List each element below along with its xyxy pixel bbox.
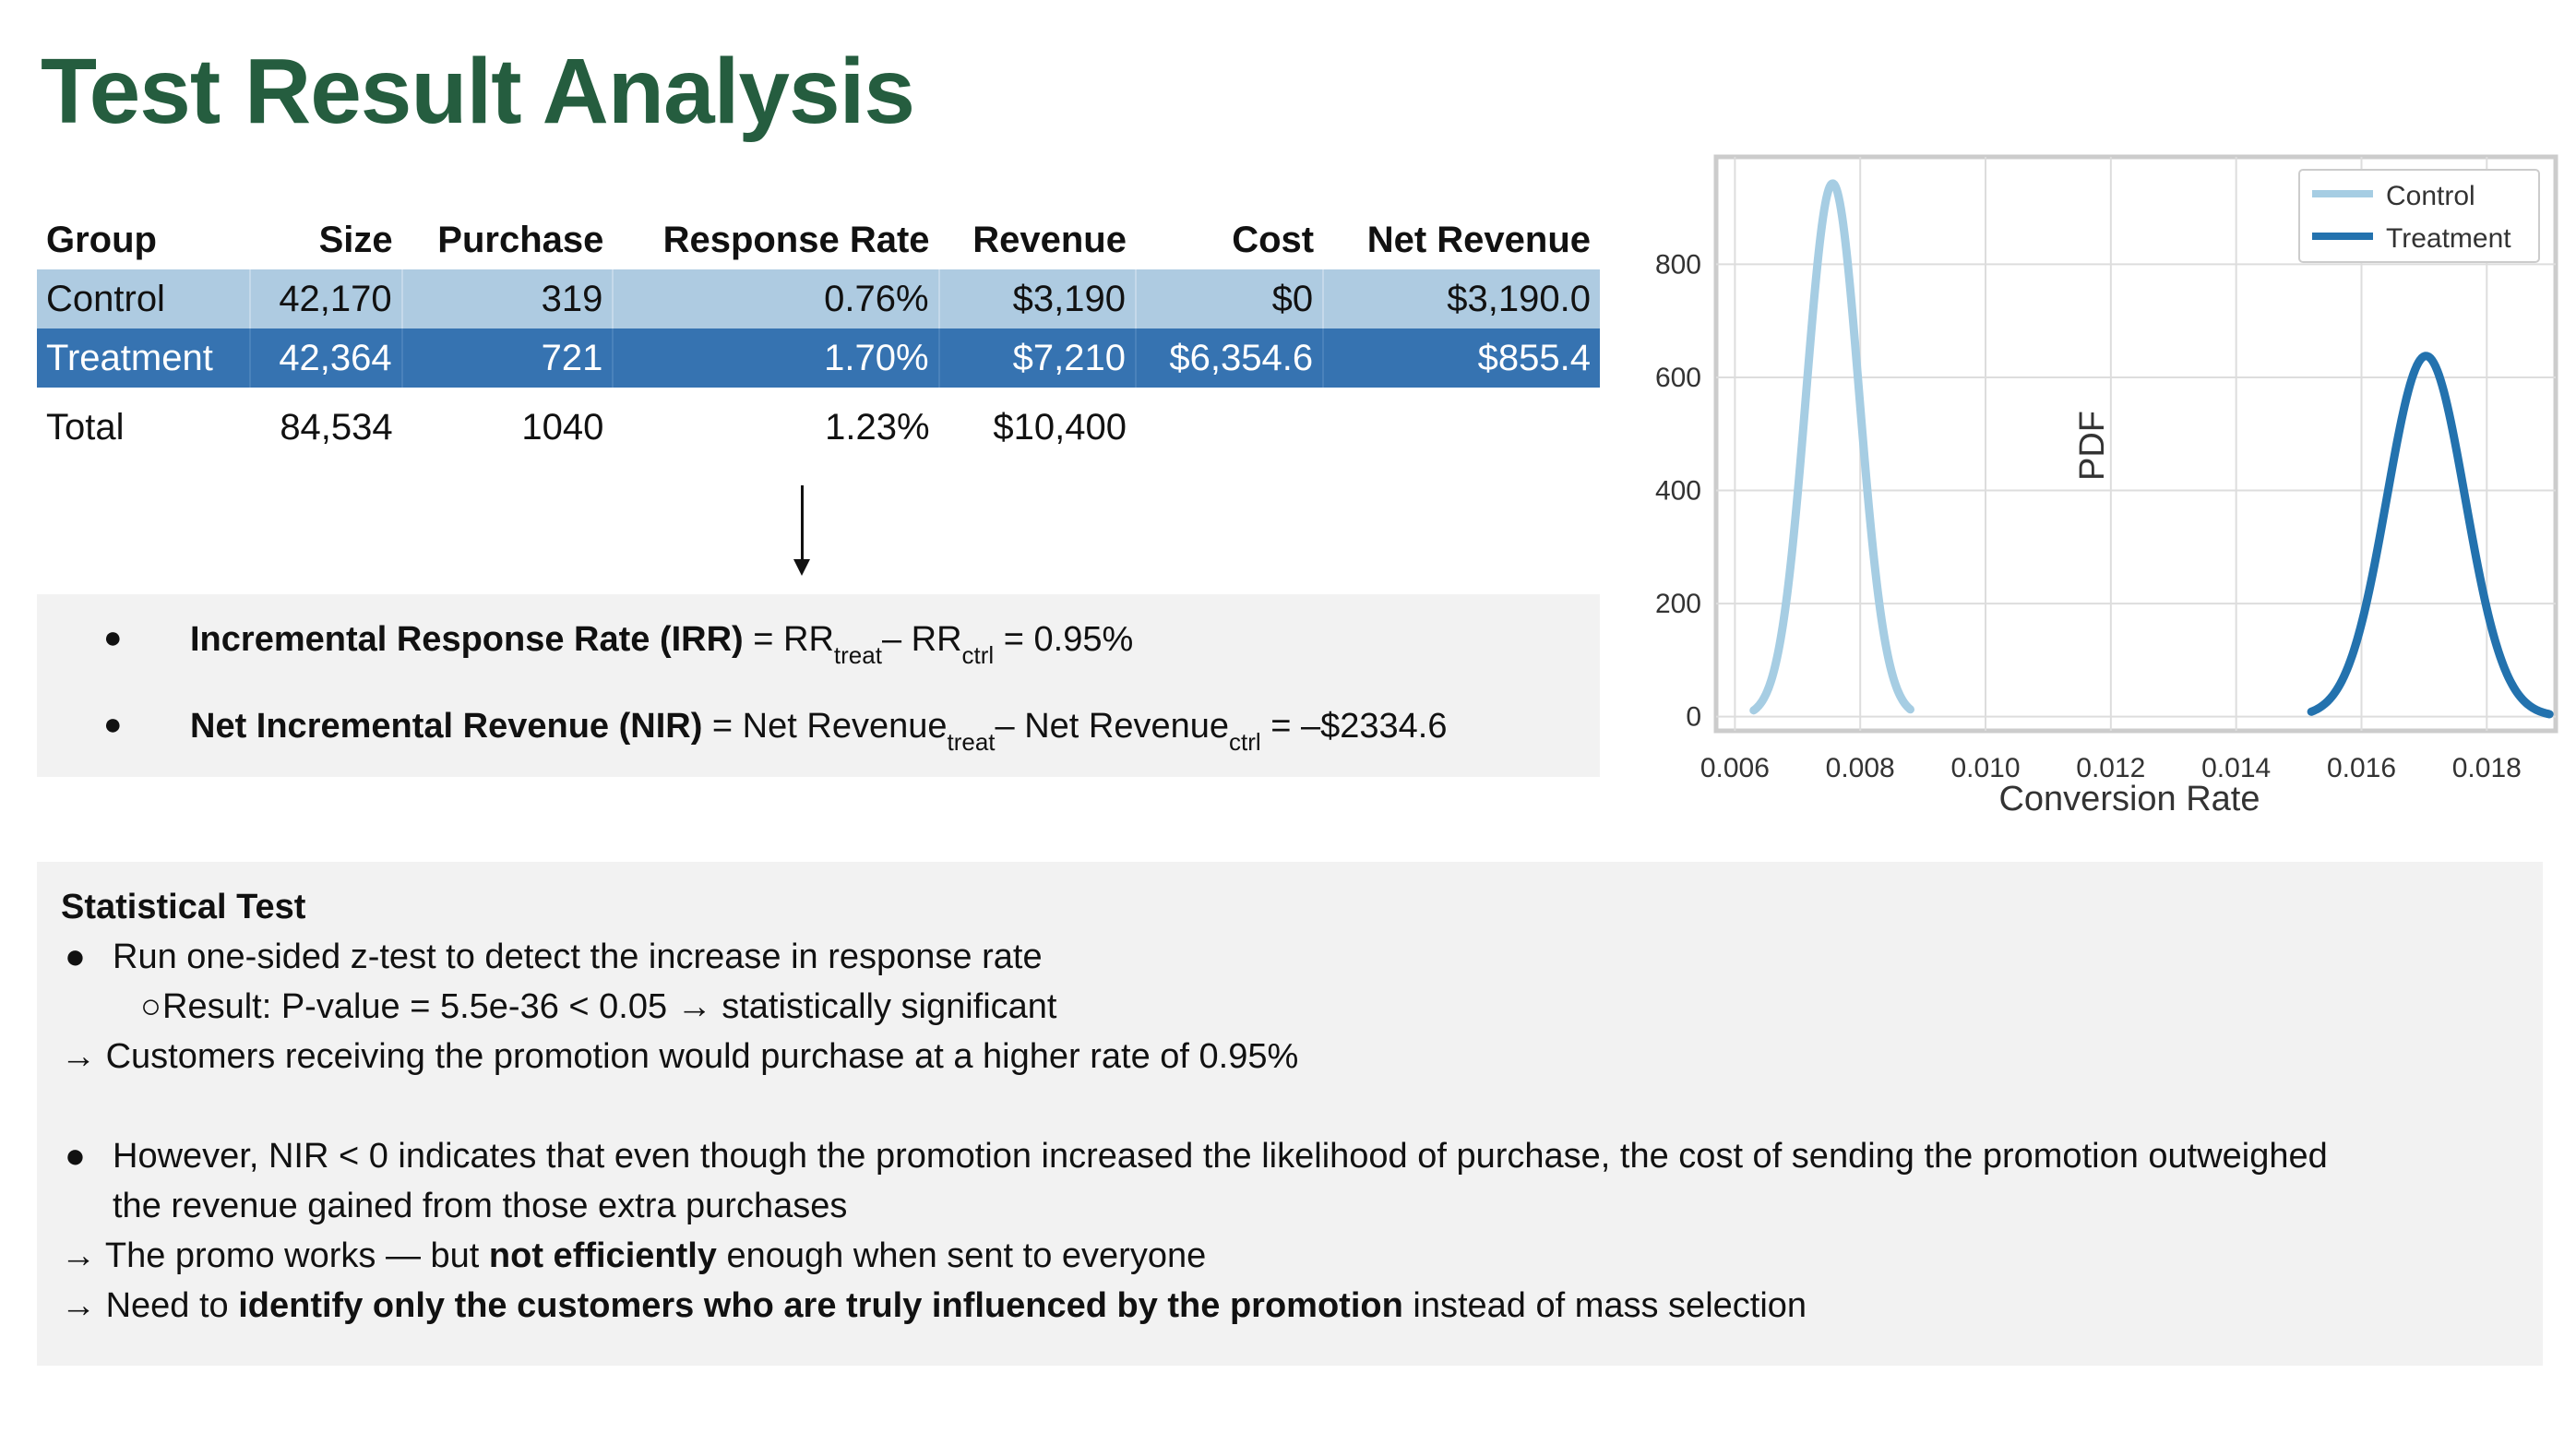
- x-tick-label: 0.018: [2452, 753, 2522, 783]
- x-axis-label: Conversion Rate: [1998, 780, 2260, 818]
- table-cell: $855.4: [1322, 328, 1600, 388]
- statistical-test-box: Statistical Test ● Run one-sided z-test …: [37, 862, 2543, 1366]
- stats-text: enough when sent to everyone: [716, 1236, 1207, 1275]
- column-header-revenue: Revenue: [972, 219, 1127, 260]
- stats-text: Need to: [105, 1286, 239, 1325]
- stats-text: instead of mass selection: [1402, 1286, 1807, 1325]
- arrow-icon: →: [61, 1037, 96, 1076]
- stats-line-conclusion: → Customers receiving the promotion woul…: [61, 1037, 1298, 1077]
- stats-line-nir-cont: the revenue gained from those extra purc…: [113, 1187, 848, 1225]
- bullet-icon: ●: [103, 620, 123, 655]
- column-header-group: Group: [46, 219, 157, 260]
- stats-line-identify: → Need to identify only the customers wh…: [61, 1286, 1807, 1326]
- metric-nir-term2: – Net Revenue: [995, 707, 1230, 746]
- y-tick-label: 600: [1655, 363, 1701, 393]
- bullet-icon: ●: [65, 937, 86, 976]
- table-cell: $3,190: [937, 269, 1136, 328]
- stats-text: The promo works — but: [104, 1236, 489, 1275]
- table-cell: 84,534: [280, 406, 393, 448]
- page-title: Test Result Analysis: [41, 40, 915, 143]
- stats-heading: Statistical Test: [61, 888, 305, 927]
- table-cell: Treatment: [37, 328, 250, 388]
- table-cell: 721: [400, 328, 614, 388]
- table-cell: 42,364: [248, 328, 402, 388]
- metric-irr-value: = 0.95%: [994, 620, 1134, 659]
- table-cell: [1136, 388, 1323, 467]
- table-cell: $3,190.0: [1322, 269, 1600, 328]
- y-tick-label: 200: [1655, 589, 1701, 619]
- table-row-total: Total 84,534 1040 1.23% $10,400: [37, 388, 1600, 467]
- table-cell: $6,354.6: [1134, 328, 1324, 388]
- sub-bullet-icon: ○: [140, 987, 161, 1026]
- metric-nir-term1: = Net Revenue: [702, 707, 948, 746]
- stats-line-conclusion-text: Customers receiving the promotion would …: [105, 1037, 1299, 1076]
- metric-irr-sub-ctrl: ctrl: [961, 641, 995, 669]
- x-tick-label: 0.006: [1700, 753, 1770, 783]
- table-cell: 0.76%: [612, 269, 939, 328]
- y-axis-label: PDF: [2073, 411, 2112, 481]
- stats-emphasis: identify only the customers who are trul…: [238, 1286, 1403, 1325]
- stats-line-nir: However, NIR < 0 indicates that even tho…: [113, 1137, 2328, 1176]
- stats-line-promo: → The promo works — but not efficiently …: [61, 1236, 1206, 1276]
- x-tick-label: 0.016: [2327, 753, 2396, 783]
- metric-irr-term1: = RR: [743, 620, 834, 659]
- metric-irr-sub-treat: treat: [833, 641, 882, 669]
- bullet-icon: ●: [65, 1137, 86, 1176]
- down-arrow-line: [801, 485, 804, 563]
- metrics-box: ● Incremental Response Rate (IRR) = RRtr…: [37, 594, 1600, 777]
- metric-irr-term2: – RR: [881, 620, 962, 659]
- column-header-purchase: Purchase: [437, 219, 604, 260]
- table-row-treatment: Treatment 42,364 721 1.70% $7,210 $6,354…: [37, 328, 1600, 388]
- stats-line-result: Result: P-value = 5.5e-36 < 0.05 → stati…: [162, 987, 1057, 1026]
- metric-nir-name: Net Incremental Revenue (NIR): [190, 707, 703, 746]
- arrow-icon: →: [61, 1236, 96, 1275]
- metric-nir-formula: Net Incremental Revenue (NIR) = Net Reve…: [190, 707, 1448, 757]
- y-tick-label: 0: [1686, 702, 1701, 733]
- table-row-control: Control 42,170 319 0.76% $3,190 $0 $3,19…: [37, 269, 1600, 328]
- table-cell: Control: [37, 269, 250, 328]
- table-header-row: Group Size Purchase Response Rate Revenu…: [37, 210, 1600, 269]
- metric-nir-sub-ctrl: ctrl: [1229, 728, 1261, 756]
- table-cell: $0: [1134, 269, 1324, 328]
- table-cell: 319: [400, 269, 614, 328]
- x-tick-label: 0.008: [1826, 753, 1895, 783]
- table-cell: 1.70%: [612, 328, 939, 388]
- arrow-icon: →: [61, 1286, 96, 1325]
- y-tick-label: 800: [1655, 249, 1701, 280]
- table-cell: 1040: [521, 406, 604, 448]
- column-header-cost: Cost: [1232, 219, 1315, 260]
- table-cell: $7,210: [937, 328, 1136, 388]
- metric-irr-formula: Incremental Response Rate (IRR) = RRtrea…: [190, 620, 1133, 670]
- metric-nir-value: = –$2334.6: [1260, 707, 1448, 746]
- results-table: Group Size Purchase Response Rate Revenu…: [37, 210, 1600, 467]
- table-cell: $10,400: [993, 406, 1127, 448]
- table-cell: [1323, 388, 1600, 467]
- table-cell: 1.23%: [825, 406, 930, 448]
- stats-heading-text: Statistical Test: [61, 888, 306, 926]
- bullet-icon: ●: [103, 707, 123, 742]
- y-tick-labels: 0 200 400 600 800: [1655, 249, 1701, 732]
- conversion-rate-chart: 0.006 0.008 0.010 0.012 0.014 0.016 0.018 0200…: [1655, 154, 2558, 818]
- stats-line-ztest: Run one-sided z-test to detect the incre…: [113, 937, 1043, 976]
- column-header-size: Size: [318, 219, 393, 260]
- column-header-response-rate: Response Rate: [662, 219, 930, 260]
- stats-emphasis: not efficiently: [488, 1236, 717, 1275]
- metric-nir-sub-treat: treat: [947, 728, 996, 756]
- down-arrow-icon: [793, 559, 810, 576]
- legend-label-treatment: Treatment: [2386, 223, 2511, 254]
- metric-irr-name: Incremental Response Rate (IRR): [190, 620, 744, 659]
- column-header-net-revenue: Net Revenue: [1366, 219, 1591, 260]
- chart-legend: Control Treatment: [2298, 169, 2540, 263]
- table-cell: 42,170: [248, 269, 402, 328]
- table-cell: Total: [46, 406, 125, 448]
- y-tick-label: 400: [1655, 476, 1701, 507]
- legend-label-control: Control: [2386, 181, 2475, 211]
